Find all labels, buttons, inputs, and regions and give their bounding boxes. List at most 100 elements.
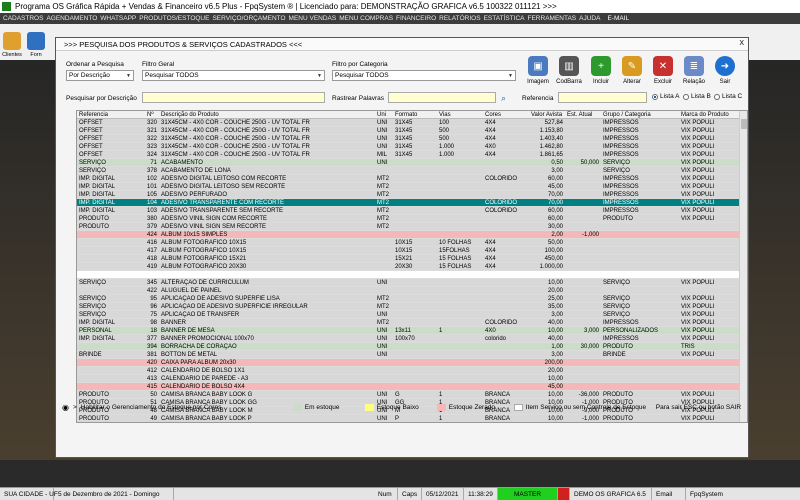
table-row[interactable]: SERVIÇO 378 ACABAMENTO DE LONA 3,00 SERVIÇO V… bbox=[77, 167, 747, 175]
pesquisar-descricao-input[interactable] bbox=[142, 92, 325, 103]
table-cell bbox=[565, 351, 601, 359]
table-row[interactable]: PRODUTO 380 ADESIVO VINIL SIGN COM RECORTE… bbox=[77, 215, 747, 223]
column-header[interactable]: Descrição do Produto bbox=[159, 111, 375, 119]
products-table[interactable]: Referencia Nº Descrição do Produto Uni Forma… bbox=[76, 110, 748, 423]
table-cell: 15 FOLHAS bbox=[439, 264, 472, 270]
codbarra-button[interactable]: ▥ CodBarra bbox=[554, 56, 584, 94]
toolbar-forn-button[interactable]: Forn bbox=[24, 24, 48, 60]
column-header[interactable]: Nº bbox=[145, 111, 159, 119]
table-row[interactable]: IMP. DIGITAL 102 ADESIVO DIGITAL LEITOSO C… bbox=[77, 175, 747, 183]
menu-item-3[interactable]: PRODUTOS/ESTOQUE bbox=[139, 15, 209, 22]
column-header[interactable]: Vias bbox=[437, 111, 483, 119]
menu-item-7[interactable]: FINANCEIRO bbox=[396, 15, 436, 22]
column-header[interactable]: Marca do Produto bbox=[679, 111, 741, 119]
table-cell bbox=[565, 223, 601, 231]
table-scrollbar[interactable] bbox=[739, 111, 747, 422]
table-cell: 320 bbox=[147, 120, 158, 126]
filtro-categoria-select[interactable]: Pesquisar TODOS ▼ bbox=[332, 70, 516, 81]
toolbar-clientes-button[interactable]: Clientes bbox=[0, 24, 24, 60]
table-row[interactable]: BRINDE 381 BOTTON DE METAL UNI 3,00 BRINDE VIX… bbox=[77, 351, 747, 359]
table-row[interactable]: 413 CALENDARIO DE PAREDE - A3 10,00 bbox=[77, 375, 747, 383]
table-row[interactable]: IMP. DIGITAL 101 ADESIVO DIGITAL LEITOSO S… bbox=[77, 183, 747, 191]
sair-button[interactable]: ➜ Sair bbox=[710, 56, 740, 94]
referencia-input[interactable] bbox=[558, 92, 647, 103]
radio-lista-b[interactable]: Lista B bbox=[683, 93, 711, 100]
menu-item-0[interactable]: CADASTROS bbox=[3, 15, 43, 22]
table-row[interactable]: SERVIÇO 71 ACABAMENTO UNI 0,50 50,000 SERVIÇO V… bbox=[77, 159, 747, 167]
filtro-geral-label: Filtro Geral bbox=[142, 61, 175, 68]
menu-item-12[interactable]: E-MAIL bbox=[607, 15, 629, 22]
table-row[interactable]: IMP. DIGITAL 104 ADESIVO TRANSPARENTE COM … bbox=[77, 199, 747, 207]
table-row[interactable]: IMP. DIGITAL 105 ADESIVO PERFURADO MT2 70,00… bbox=[77, 191, 747, 199]
table-row[interactable]: PRODUTO 50 CAMISA BRANCA BABY LOOK G UNI G 1 B… bbox=[77, 391, 747, 399]
table-row[interactable]: OFFSET 324 31X45CM - 4X0 COR - COUCHÉ 250G… bbox=[77, 151, 747, 159]
excluir-button[interactable]: ✕ Excluir bbox=[648, 56, 678, 94]
menu-item-2[interactable]: WHATSAPP bbox=[100, 15, 136, 22]
table-row[interactable]: SERVIÇO 75 APLICAÇÃO DE TRANSFER UNI 3,00 SER… bbox=[77, 311, 747, 319]
radio-habilitar[interactable]: ◉ bbox=[62, 403, 69, 412]
table-row[interactable]: 415 CALENDARIO DE BOLSO 4X4 45,00 bbox=[77, 383, 747, 391]
table-row[interactable]: IMP. DIGITAL 103 ADESIVO TRANSPARENTE SEM … bbox=[77, 207, 747, 215]
table-row[interactable]: 394 BORRACHA DE CORAÇÃO UNI 1,00 30,000 PRODU… bbox=[77, 343, 747, 351]
table-cell bbox=[679, 375, 741, 383]
search-icon[interactable]: ⌕ bbox=[501, 93, 506, 104]
scrollbar-thumb[interactable] bbox=[741, 119, 747, 129]
radio-lista-a[interactable]: Lista A bbox=[652, 93, 680, 100]
status-email[interactable]: Email bbox=[652, 487, 686, 500]
table-row[interactable]: 419 ALBUM FOTOGRAFICO 20X30 20X30 15 FOLHAS… bbox=[77, 263, 747, 271]
imagem-button[interactable]: ▣ Imagem bbox=[523, 56, 553, 94]
table-row[interactable]: SERVIÇO 96 APLICAÇÃO DE ADESIVO SUPERFICIE… bbox=[77, 303, 747, 311]
table-row[interactable] bbox=[77, 271, 747, 279]
table-row[interactable]: 424 ALBUM 10x15 SIMPLES 2,00 -1,000 bbox=[77, 231, 747, 239]
column-header[interactable]: Grupo / Categoria bbox=[601, 111, 679, 119]
table-cell bbox=[77, 367, 145, 375]
menu-item-5[interactable]: MENU VENDAS bbox=[289, 15, 337, 22]
alterar-button[interactable]: ✎ Alterar bbox=[617, 56, 647, 94]
table-cell: VIX POPULI bbox=[681, 144, 715, 150]
table-row[interactable]: SERVIÇO 95 APLICAÇÃO DE ADESIVO SUPERFIE L… bbox=[77, 295, 747, 303]
table-cell: 30,000 bbox=[580, 344, 599, 350]
table-row[interactable]: OFFSET 323 31X45CM - 4X0 COR - COUCHÉ 250G… bbox=[77, 143, 747, 151]
table-row[interactable]: IMP. DIGITAL 377 BANNER PROMOCIONAL 100x70… bbox=[77, 335, 747, 343]
column-header[interactable]: Formato bbox=[393, 111, 437, 119]
table-row[interactable]: 417 ALBUM FOTOGRAFICO 10X15 10X15 15FOLHAS 4… bbox=[77, 247, 747, 255]
menu-item-10[interactable]: FERRAMENTAS bbox=[528, 15, 577, 22]
table-row[interactable]: SERVIÇO 345 ALTERAÇÃO DE CURRICULUM UNI 10,0… bbox=[77, 279, 747, 287]
table-row[interactable]: 420 CAIXA PARA ALBUM 20x30 200,00 bbox=[77, 359, 747, 367]
table-cell bbox=[565, 127, 601, 135]
column-header[interactable]: Uni bbox=[375, 111, 393, 119]
status-data-longa: 5 de Dezembro de 2021 - Domingo bbox=[54, 487, 174, 500]
table-row[interactable]: PERSONAL 18 BANNER DE MESA UNI 13x11 1 4X0 10,0… bbox=[77, 327, 747, 335]
report-icon: ≣ bbox=[684, 56, 704, 76]
table-row[interactable]: PRODUTO 379 ADESIVO VINIL SIGN SEM RECORTE… bbox=[77, 223, 747, 231]
menu-item-8[interactable]: RELATÓRIOS bbox=[439, 15, 480, 22]
menu-item-9[interactable]: ESTATÍSTICA bbox=[484, 15, 525, 22]
menu-item-6[interactable]: MENU COMPRAS bbox=[339, 15, 393, 22]
column-header[interactable]: Est. Atual bbox=[565, 111, 601, 119]
table-row[interactable]: OFFSET 322 31X45CM - 4X0 COR - COUCHÉ 250G… bbox=[77, 135, 747, 143]
menu-item-1[interactable]: AGENDAMENTO bbox=[46, 15, 97, 22]
ordenar-select[interactable]: Por Descrição ▼ bbox=[66, 70, 134, 81]
menu-item-11[interactable]: AJUDA bbox=[579, 15, 600, 22]
filtro-geral-select[interactable]: Pesquisar TODOS ▼ bbox=[142, 70, 325, 81]
table-row[interactable]: OFFSET 320 31X45CM - 4X0 COR - COUCHÉ 250G… bbox=[77, 119, 747, 127]
table-row[interactable]: 422 ALUGUEL DE PAINEL 20,00 bbox=[77, 287, 747, 295]
table-row[interactable]: OFFSET 321 31X45CM - 4X0 COR - COUCHÉ 250G… bbox=[77, 127, 747, 135]
table-row[interactable]: 416 ALBUM FOTOGRAFICO 10X15 10X15 10 FOLHAS… bbox=[77, 239, 747, 247]
table-row[interactable]: IMP. DIGITAL 98 BANNER MT2 COLORIDO 40,00 IMPR… bbox=[77, 319, 747, 327]
rastrear-palavras-input[interactable] bbox=[388, 92, 496, 103]
incluir-button[interactable]: + Incluir bbox=[586, 56, 616, 94]
column-header[interactable]: Valor Avista bbox=[529, 111, 565, 119]
table-cell: OFFSET bbox=[79, 136, 103, 142]
radio-lista-c[interactable]: Lista C bbox=[714, 93, 742, 100]
table-row[interactable]: 418 ALBUM FOTOGRAFICO 15X21 15X21 15 FOLHAS… bbox=[77, 255, 747, 263]
table-cell: VIX POPULI bbox=[681, 184, 715, 190]
column-header[interactable]: Referencia bbox=[77, 111, 145, 119]
relacao-button[interactable]: ≣ Relação bbox=[679, 56, 709, 94]
table-row[interactable]: PRODUTO 49 CAMISA BRANCA BABY LOOK P UNI P 1 B… bbox=[77, 415, 747, 422]
table-cell: MT2 bbox=[377, 192, 389, 198]
table-row[interactable]: 412 CALENDARIO DE BOLSO 1X1 20,00 bbox=[77, 367, 747, 375]
close-icon[interactable]: X bbox=[739, 40, 744, 47]
menu-item-4[interactable]: SERVIÇO/ORÇAMENTO bbox=[212, 15, 285, 22]
column-header[interactable]: Cores bbox=[483, 111, 529, 119]
